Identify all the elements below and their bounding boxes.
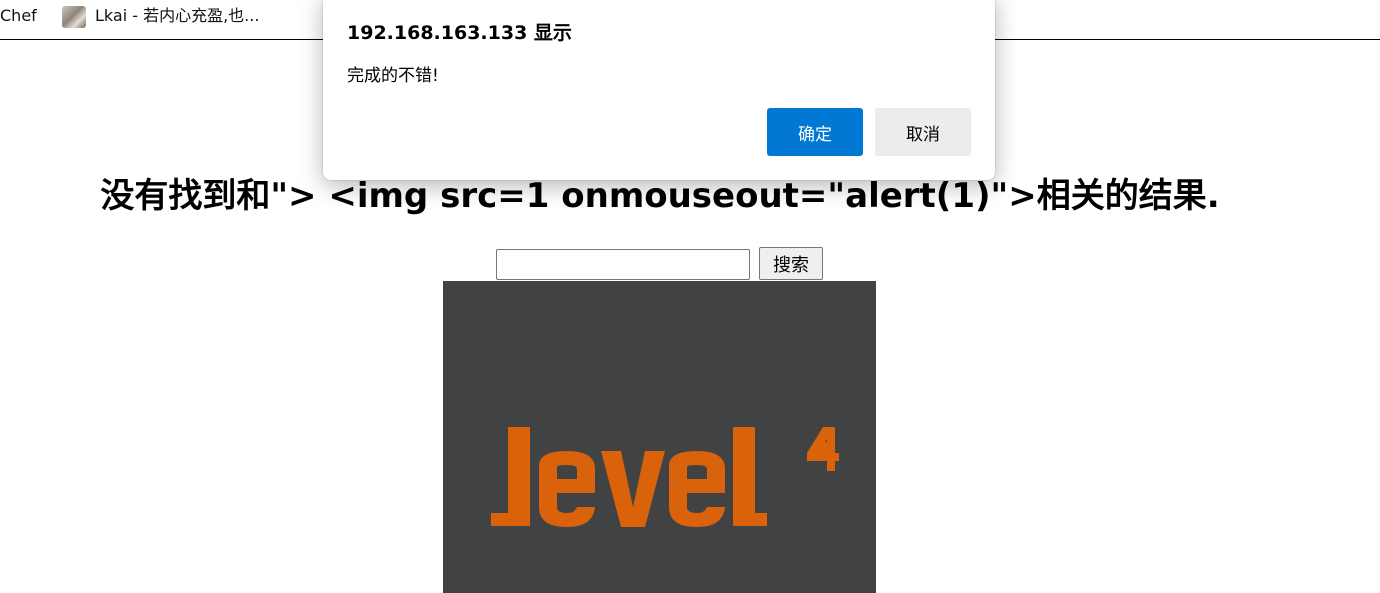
alert-dialog: 192.168.163.133 显示 完成的不错! 确定 取消 — [323, 0, 995, 180]
level-image: level4 — [443, 281, 876, 593]
bookmark-lkai[interactable]: Lkai - 若内心充盈,也... — [62, 5, 259, 29]
level4-logo: level4 — [491, 427, 839, 527]
search-button[interactable]: 搜索 — [759, 247, 823, 280]
search-input[interactable] — [496, 249, 750, 280]
alert-message: 完成的不错! — [347, 66, 439, 86]
bookmark-label: Chef — [0, 6, 37, 25]
cancel-button[interactable]: 取消 — [875, 108, 971, 156]
bookmark-chef[interactable]: Chef — [0, 5, 37, 29]
bookmark-label: Lkai - 若内心充盈,也... — [95, 6, 260, 25]
ok-button[interactable]: 确定 — [767, 108, 863, 156]
alert-title: 192.168.163.133 显示 — [347, 22, 572, 44]
site-favicon-icon — [62, 5, 86, 28]
